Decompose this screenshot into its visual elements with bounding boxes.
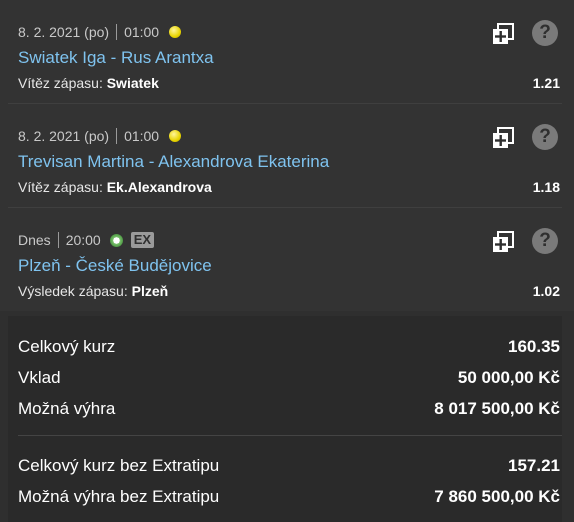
market-label: Vítěz zápasu: xyxy=(18,75,107,91)
bet-odd: 1.18 xyxy=(532,179,560,195)
add-copy-icon[interactable] xyxy=(492,231,514,253)
win-no-extra-label: Možná výhra bez Extratipu xyxy=(18,487,220,506)
bet-odd: 1.02 xyxy=(532,283,560,299)
meta-separator xyxy=(116,24,118,40)
bet-item: 8. 2. 2021 (po) 01:00 Trevisan Martina -… xyxy=(8,104,562,208)
pick-value: Swiatek xyxy=(106,75,159,91)
total-odds-label: Celkový kurz xyxy=(18,337,116,356)
bet-date: 8. 2. 2021 (po) xyxy=(18,24,110,40)
total-odds-no-extra-value: 157.21 xyxy=(508,456,560,475)
betslip: 8. 2. 2021 (po) 01:00 Swiatek Iga - Rus … xyxy=(0,0,574,522)
bet-item: 8. 2. 2021 (po) 01:00 Swiatek Iga - Rus … xyxy=(8,0,562,104)
add-copy-icon[interactable] xyxy=(492,23,514,45)
bet-pick: Výsledek zápasu: Plzeň xyxy=(18,283,168,299)
total-odds-no-extra-label: Celkový kurz bez Extratipu xyxy=(18,456,220,475)
bet-list: 8. 2. 2021 (po) 01:00 Swiatek Iga - Rus … xyxy=(0,0,574,311)
win-row: Možná výhra 8 017 500,00 Kč xyxy=(18,399,560,419)
soccer-ball-icon xyxy=(109,233,123,247)
add-copy-icon[interactable] xyxy=(492,127,514,149)
tennis-ball-icon xyxy=(169,26,182,38)
match-link[interactable]: Swiatek Iga - Rus Arantxa xyxy=(18,48,214,68)
market-label: Výsledek zápasu: xyxy=(18,283,132,299)
extratip-badge: EX xyxy=(130,232,155,248)
help-icon[interactable]: ? xyxy=(532,20,558,46)
bet-date: Dnes xyxy=(18,232,51,248)
bet-time: 20:00 xyxy=(65,232,101,248)
bet-time: 01:00 xyxy=(124,128,160,144)
meta-separator xyxy=(116,128,118,144)
stake-label: Vklad xyxy=(18,368,61,387)
win-no-extra-value: 7 860 500,00 Kč xyxy=(434,487,560,506)
stake-value: 50 000,00 Kč xyxy=(457,368,560,387)
bet-date: 8. 2. 2021 (po) xyxy=(18,128,110,144)
stake-row: Vklad 50 000,00 Kč xyxy=(18,368,560,388)
match-link[interactable]: Plzeň - České Budějovice xyxy=(18,256,212,276)
meta-separator xyxy=(57,232,59,248)
bet-summary: Celkový kurz 160.35 Vklad 50 000,00 Kč M… xyxy=(8,316,562,522)
win-value: 8 017 500,00 Kč xyxy=(434,399,560,418)
bet-item: Dnes 20:00 EX Plzeň - České Budějovice V… xyxy=(8,208,562,311)
bet-odd: 1.21 xyxy=(532,75,560,91)
market-label: Vítěz zápasu: xyxy=(18,179,107,195)
win-no-extra-row: Možná výhra bez Extratipu 7 860 500,00 K… xyxy=(18,487,560,507)
total-odds-row: Celkový kurz 160.35 xyxy=(18,337,560,357)
total-odds-value: 160.35 xyxy=(508,337,560,356)
bet-pick: Vítěz zápasu: Ek.Alexandrova xyxy=(18,179,212,195)
tennis-ball-icon xyxy=(169,130,182,142)
bet-pick: Vítěz zápasu: Swiatek xyxy=(18,75,159,91)
help-icon[interactable]: ? xyxy=(532,228,558,254)
help-icon[interactable]: ? xyxy=(532,124,558,150)
match-link[interactable]: Trevisan Martina - Alexandrova Ekaterina xyxy=(18,152,329,172)
bet-time: 01:00 xyxy=(124,24,160,40)
bet-meta: Dnes 20:00 EX xyxy=(18,232,155,248)
win-label: Možná výhra xyxy=(18,399,116,418)
bet-meta: 8. 2. 2021 (po) 01:00 xyxy=(18,24,182,40)
total-odds-no-extra-row: Celkový kurz bez Extratipu 157.21 xyxy=(18,456,560,476)
bet-meta: 8. 2. 2021 (po) 01:00 xyxy=(18,128,182,144)
summary-divider xyxy=(18,435,562,436)
pick-value: Plzeň xyxy=(131,283,169,299)
pick-value: Ek.Alexandrova xyxy=(106,179,212,195)
